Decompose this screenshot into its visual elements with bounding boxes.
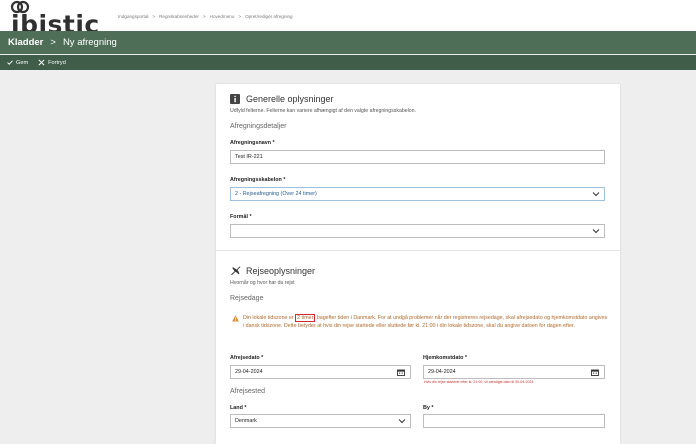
general-section-subtitle: Udfyld felterne. Felterne kan variere af… [230,108,416,114]
country-select-value: Denmark [235,418,257,424]
ibistic-logo[interactable]: ibistic [8,0,99,39]
return-date-field[interactable]: 29-04-2024 [423,365,605,379]
title-section-link[interactable]: Kladder [8,37,43,48]
name-field-value: Test IR-221 [235,154,263,160]
breadcrumb-separator: > [202,14,206,19]
breadcrumb-separator: > [152,14,156,19]
title-separator: > [50,37,56,48]
section-divider [216,250,620,251]
breadcrumb-separator: > [238,14,242,19]
country-field-label: Land * [230,405,247,411]
city-field[interactable] [423,414,605,428]
breadcrumb: Indgangsportal > Regnskabsenheder > Hovedmen… [118,14,297,19]
page-title: Ny afregning [62,37,117,48]
airplane-icon [231,266,241,275]
discard-label: Fortryd [48,59,66,66]
form-card: Generelle oplysninger Udfyld felterne. F… [216,84,620,444]
return-date-label: Hjemkomstdato * [423,355,468,361]
breadcrumb-item-units[interactable]: Regnskabsenheder [159,14,199,19]
discard-button[interactable]: Fortryd [38,59,66,66]
template-select-value: 2 - Rejseafregning (Over 24 timer) [235,191,317,197]
origin-group-label: Afrejsested [230,388,266,395]
chevron-down-icon [592,229,600,234]
check-icon [7,60,13,65]
warning-highlight: 2 timer [295,314,316,322]
template-select[interactable]: 2 - Rejseafregning (Over 24 timer) [230,187,605,201]
return-date-error: Hvis din rejse startede efter kl. 21:00,… [424,380,534,384]
details-group-label: Afregningsdetaljer [230,123,287,130]
depart-date-field[interactable]: 29-04-2024 [230,365,411,379]
timezone-warning: Din lokale tidszone er 2 timer bagefter … [232,314,608,330]
info-icon [230,94,240,104]
dates-group-label: Rejsedage [230,295,264,302]
template-field-label: Afregningsskabelon * [230,177,286,183]
warning-icon [232,315,239,322]
close-icon [38,59,45,66]
general-section-title: Generelle oplysninger [246,94,334,104]
save-button[interactable]: Gem [7,60,28,66]
city-field-label: By * [423,405,434,411]
country-select[interactable]: Denmark [230,414,411,428]
return-date-value: 29-04-2024 [428,369,456,375]
chevron-down-icon [592,192,600,197]
depart-date-value: 29-04-2024 [235,369,263,375]
name-field[interactable]: Test IR-221 [230,150,605,164]
calendar-icon[interactable] [397,369,405,376]
top-header: ibistic Indgangsportal > Regnskabsenheder >… [0,0,696,39]
depart-date-label: Afrejsedato * [230,355,264,361]
page-title-bar: Kladder > Ny afregning [0,31,696,54]
general-section-header: Generelle oplysninger [230,94,334,104]
travel-section-subtitle: Hvornår og hvor har du rejst [230,280,295,286]
travel-section-title: Rejseoplysninger [246,265,316,276]
name-field-label: Afregningsnavn * [230,140,275,146]
purpose-select[interactable] [230,224,605,238]
breadcrumb-item-current: Opret/redigér afregning [245,14,293,19]
save-label: Gem [16,59,29,66]
travel-section-header: Rejseoplysninger [230,265,315,276]
warning-text-start: Din lokale tidszone er [243,315,294,321]
purpose-field-label: Formål * [230,214,252,220]
action-toolbar: Gem Fortryd [0,55,696,70]
breadcrumb-item-portal[interactable]: Indgangsportal [118,14,148,19]
chevron-down-icon [398,419,406,424]
breadcrumb-item-mainmenu[interactable]: Hovedmenu [210,14,235,19]
calendar-icon[interactable] [591,369,599,376]
